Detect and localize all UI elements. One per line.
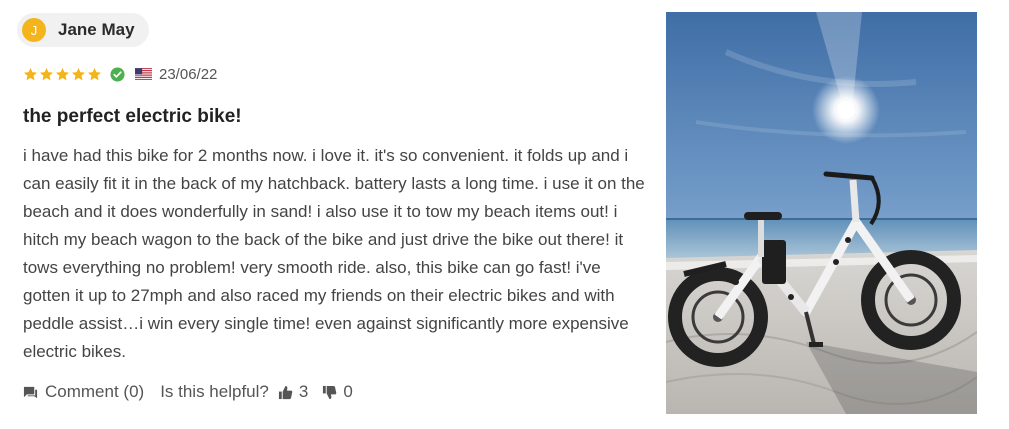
helpful-down-count: 0 [343, 382, 353, 401]
star-rating [23, 67, 102, 82]
review-meta: 23/06/22 [23, 65, 217, 83]
comment-button[interactable]: Comment (0) [45, 382, 144, 402]
author-name: Jane May [58, 20, 135, 39]
star-icon [40, 67, 53, 80]
review-photo[interactable] [666, 12, 977, 414]
review-title: the perfect electric bike! [23, 106, 242, 127]
star-icon [72, 67, 85, 80]
star-icon [56, 67, 69, 80]
helpful-label: Is this helpful? [160, 382, 269, 401]
author-badge: J Jane May [17, 13, 149, 47]
thumbs-down-icon[interactable] [322, 385, 337, 400]
star-icon [88, 67, 101, 80]
review-body: i have had this bike for 2 months now. i… [23, 146, 645, 361]
us-flag-icon [135, 68, 152, 80]
review-date: 23/06/22 [159, 65, 218, 83]
check-circle-icon [110, 66, 125, 82]
beach-bike-photo [666, 12, 977, 414]
review-actions: Comment (0) Is this helpful? 3 0 [23, 382, 353, 402]
star-icon [24, 67, 37, 80]
author-avatar: J [22, 18, 46, 42]
thumbs-up-icon[interactable] [278, 385, 293, 400]
comment-icon[interactable] [23, 385, 38, 400]
helpful-up-count: 3 [298, 382, 309, 401]
